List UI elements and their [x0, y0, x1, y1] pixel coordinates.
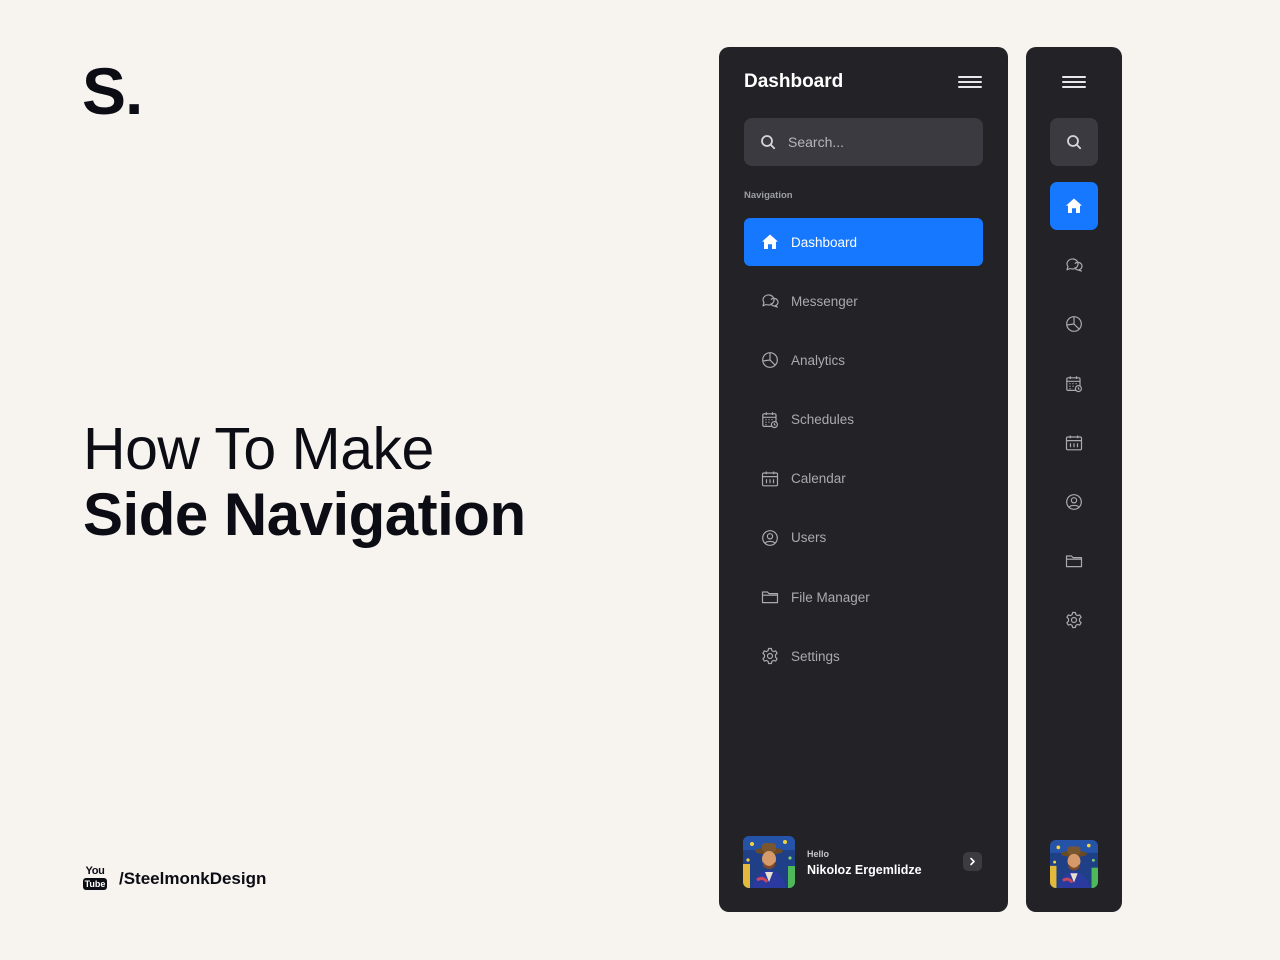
mini-nav-list — [1050, 182, 1098, 656]
user-icon — [760, 528, 780, 548]
hamburger-menu-button[interactable] — [958, 73, 984, 91]
youtube-icon-bottom-text: Tube — [82, 878, 108, 890]
brand-logo: S. — [82, 54, 143, 128]
mini-nav-settings[interactable] — [1050, 596, 1098, 644]
headline-line-1: How To Make — [83, 416, 434, 482]
nav-item-label: Schedules — [791, 412, 855, 428]
schedule-icon — [760, 410, 780, 430]
youtube-icon: You Tube — [82, 865, 108, 892]
nav-item-calendar[interactable]: Calendar — [744, 455, 983, 503]
pie-chart-icon — [1066, 316, 1082, 333]
search-button[interactable] — [1050, 118, 1098, 166]
sidebar-expanded: Dashboard Navigation Dashboard Messenger… — [719, 47, 1008, 912]
hamburger-menu-button[interactable] — [1062, 73, 1088, 91]
user-profile[interactable]: Hello Nikoloz Ergemlidze — [743, 836, 983, 888]
folder-icon — [1065, 555, 1083, 568]
search-icon — [1067, 135, 1082, 150]
nav-item-label: Users — [791, 530, 827, 546]
youtube-icon-top-text: You — [85, 865, 105, 877]
channel-credit: You Tube /SteelmonkDesign — [82, 865, 267, 892]
gear-icon — [760, 646, 780, 666]
mini-nav-dashboard[interactable] — [1050, 182, 1098, 230]
headline: How To Make Side Navigation — [83, 417, 526, 549]
user-name: Nikoloz Ergemlidze — [807, 863, 922, 877]
nav-item-dashboard[interactable]: Dashboard — [744, 218, 983, 266]
search-icon — [761, 135, 776, 150]
user-icon — [1066, 494, 1082, 510]
chat-icon — [1066, 258, 1083, 272]
sidebar-title: Dashboard — [744, 71, 844, 92]
user-greeting: Hello — [807, 849, 830, 859]
mini-nav-file-manager[interactable] — [1050, 537, 1098, 585]
nav-item-label: Messenger — [791, 293, 858, 309]
profile-expand-button[interactable] — [963, 852, 982, 871]
nav-item-label: Analytics — [791, 352, 846, 368]
mini-nav-users[interactable] — [1050, 478, 1098, 526]
nav-list: Dashboard Messenger Analytics Schedules … — [744, 218, 983, 692]
search-input[interactable] — [786, 133, 970, 151]
chat-icon — [760, 291, 780, 311]
schedule-icon — [1066, 375, 1082, 392]
mini-nav-calendar[interactable] — [1050, 419, 1098, 467]
home-icon — [760, 232, 780, 252]
nav-item-label: File Manager — [791, 589, 870, 605]
nav-item-label: Dashboard — [791, 234, 858, 250]
pie-chart-icon — [760, 350, 780, 370]
folder-icon — [760, 587, 780, 607]
nav-item-label: Settings — [791, 648, 840, 664]
chevron-right-icon — [970, 857, 975, 866]
headline-line-2: Side Navigation — [83, 481, 526, 548]
avatar — [743, 836, 795, 888]
home-icon — [1066, 198, 1082, 213]
sidebar-collapsed — [1026, 47, 1122, 912]
nav-item-analytics[interactable]: Analytics — [744, 336, 983, 384]
calendar-icon — [1065, 435, 1083, 451]
nav-item-schedules[interactable]: Schedules — [744, 396, 983, 444]
mini-nav-analytics[interactable] — [1050, 300, 1098, 348]
nav-item-messenger[interactable]: Messenger — [744, 277, 983, 325]
calendar-icon — [760, 469, 780, 489]
nav-section-label: Navigation — [744, 190, 793, 201]
search-box[interactable] — [744, 118, 983, 166]
avatar[interactable] — [1050, 840, 1098, 888]
nav-item-users[interactable]: Users — [744, 514, 983, 562]
nav-item-settings[interactable]: Settings — [744, 632, 983, 680]
nav-item-label: Calendar — [791, 471, 846, 487]
nav-item-file-manager[interactable]: File Manager — [744, 573, 983, 621]
mini-nav-messenger[interactable] — [1050, 241, 1098, 289]
gear-icon — [1066, 612, 1082, 629]
mini-nav-schedules[interactable] — [1050, 360, 1098, 408]
channel-handle: /SteelmonkDesign — [119, 869, 267, 888]
